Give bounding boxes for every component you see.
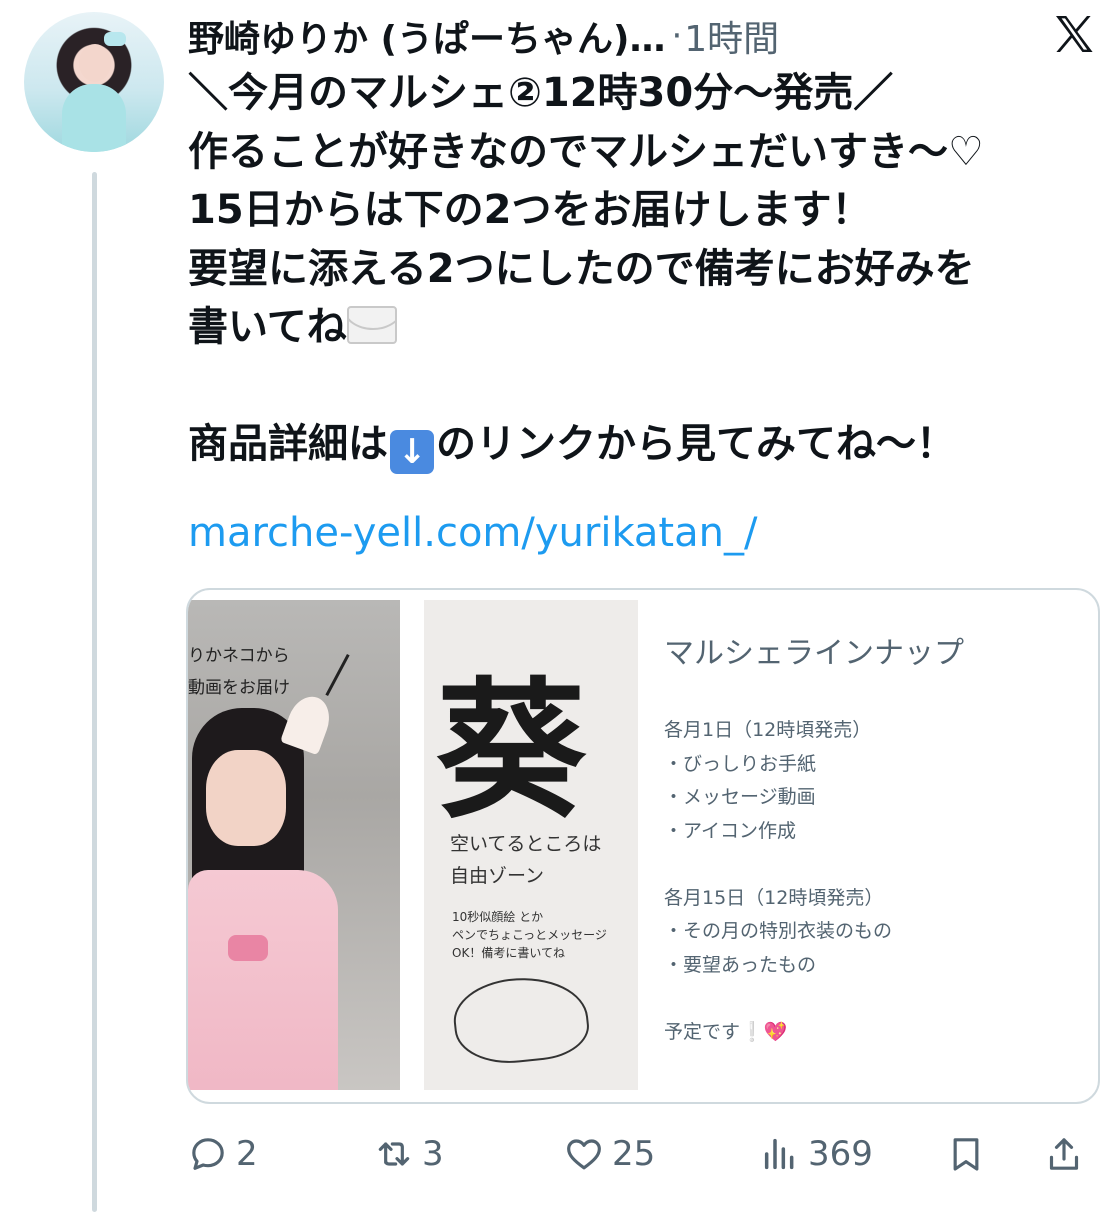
card-blank-line <box>664 982 892 1016</box>
photo1-bow-shape <box>228 935 268 961</box>
card-line: ・その月の特別衣装のもの <box>664 920 893 942</box>
reply-icon <box>192 1138 224 1170</box>
repost-count: 3 <box>422 1134 444 1174</box>
tweet-text: ＼今月のマルシェ②12時30分〜発売／ 作ることが好きなのでマルシェだいすき〜♡… <box>188 64 1108 474</box>
tweet-line-text: 書いてね <box>188 304 347 350</box>
card-photo-letter: 葵 空いてるところは 自由ゾーン 10秒似顔絵 とか ペンでちょこっとメッセージ… <box>424 600 638 1090</box>
tweet-line: 15日からは下の2つをお届けします！ <box>188 187 872 233</box>
reply-button[interactable]: 2 <box>188 1124 258 1184</box>
photo2-text: 空いてるところは 自由ゾーン <box>450 828 601 892</box>
photo1-caption-line: 動画をお届け <box>188 678 290 698</box>
repost-button[interactable]: 3 <box>374 1124 444 1184</box>
share-button[interactable] <box>1044 1124 1084 1184</box>
photo1-slash-mark <box>325 653 350 697</box>
card-title: マルシェラインナップ <box>664 636 964 671</box>
card-lines: 各月1日（12時頃発売） ・びっしりお手紙 ・メッセージ動画 ・アイコン作成 各… <box>664 714 892 1049</box>
card-line: ・要望あったもの <box>664 953 817 976</box>
photo2-small-line: 10秒似顔絵 とか <box>452 910 544 924</box>
card-line: 予定です❕💖 <box>664 1020 788 1043</box>
avatar-face-shape <box>79 44 111 82</box>
views-icon <box>764 1138 794 1170</box>
card-line: 各月1日（12時頃発売） <box>664 719 872 741</box>
thread-line <box>92 172 97 1212</box>
photo2-signature-shape <box>449 971 593 1069</box>
author-avatar[interactable] <box>24 12 164 152</box>
down-arrow-icon: ↓ <box>390 430 434 474</box>
card-line: 各月15日（12時頃発売） <box>664 886 884 909</box>
card-blank-line <box>664 848 892 882</box>
bookmark-icon <box>953 1138 979 1171</box>
bookmark-button[interactable] <box>946 1124 986 1184</box>
card-line: ・メッセージ動画 <box>664 786 816 808</box>
photo2-small-line: ペンでちょこっとメッセージ <box>452 928 607 942</box>
detail-after-text: のリンクから見てみてね〜！ <box>436 421 956 467</box>
author-name[interactable]: 野崎ゆりか (うぱーちゃん)… <box>188 10 665 62</box>
card-line: ・びっしりお手紙 <box>664 752 817 775</box>
x-logo-icon[interactable] <box>1050 10 1098 58</box>
tweet-time[interactable]: 1時間 <box>684 10 779 62</box>
card-line: ・アイコン作成 <box>664 819 797 842</box>
share-icon <box>1049 1138 1079 1170</box>
avatar-bow-shape <box>104 32 126 46</box>
tweet-line-with-envelope: 書いてね <box>188 298 1108 357</box>
views-button[interactable]: 369 <box>760 1124 873 1184</box>
heart-icon <box>567 1139 601 1170</box>
envelope-icon <box>346 306 397 344</box>
avatar-body-shape <box>62 84 126 152</box>
card-photo-catgirl: りかネコから 動画をお届け <box>188 600 400 1090</box>
photo2-text-line: 自由ゾーン <box>450 865 545 887</box>
photo2-text-line: 空いてるところは <box>450 833 602 855</box>
tweet-actions: 2 3 25 369 <box>188 1124 1088 1184</box>
photo2-small-line: OK！備考に書いてね <box>452 946 565 960</box>
photo1-face-shape <box>206 750 286 846</box>
repost-icon <box>378 1142 410 1166</box>
reply-count: 2 <box>236 1134 258 1174</box>
photo1-caption-line: りかネコから <box>188 646 290 666</box>
photo2-kanji: 葵 <box>436 663 587 839</box>
tweet-header: 野崎ゆりか (うぱーちゃん)… · 1時間 <box>188 8 1088 64</box>
link-preview-card[interactable]: りかネコから 動画をお届け 葵 空いてるところは 自由ゾーン 10秒似顔絵 とか… <box>186 588 1100 1104</box>
photo1-caption: りかネコから 動画をお届け <box>188 640 290 704</box>
tweet-detail-line: 商品詳細は ↓ のリンクから見てみてね〜！ <box>188 415 1108 474</box>
views-count: 369 <box>808 1134 873 1174</box>
tweet-line: ＼今月のマルシェ②12時30分〜発売／ <box>188 70 894 116</box>
detail-before-text: 商品詳細は <box>188 421 388 467</box>
header-separator: · <box>671 16 683 56</box>
tweet-line: 作ることが好きなのでマルシェだいすき〜♡ <box>188 128 984 175</box>
photo1-dress-shape <box>188 870 338 1090</box>
tweet-link[interactable]: marche-yell.com/yurikatan_/ <box>188 504 757 562</box>
like-button[interactable]: 25 <box>564 1124 655 1184</box>
photo2-small-text: 10秒似顔絵 とか ペンでちょこっとメッセージ OK！備考に書いてね <box>452 908 607 962</box>
like-count: 25 <box>612 1134 656 1174</box>
tweet-line: 要望に添える2つにしたので備考にお好みを <box>188 245 975 292</box>
